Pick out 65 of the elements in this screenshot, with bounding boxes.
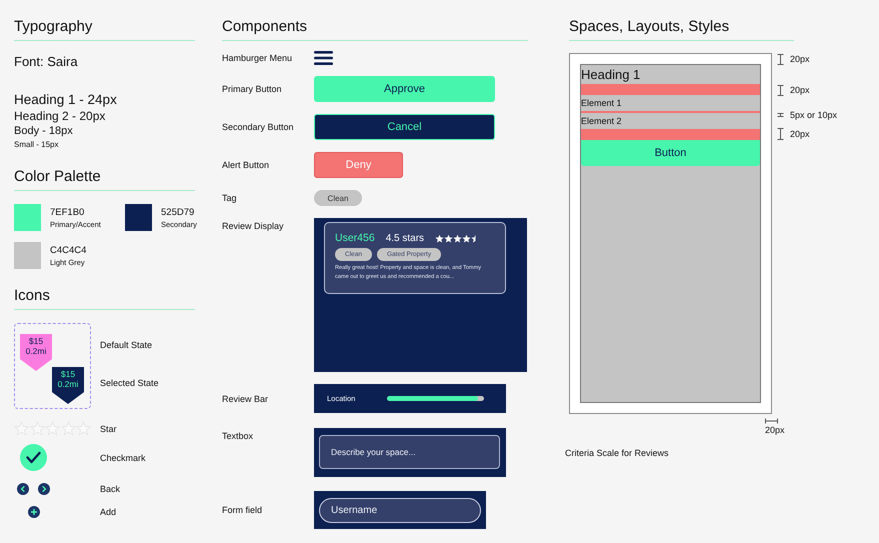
icon-label: Add xyxy=(100,506,116,518)
type-sample: Small - 15px xyxy=(14,140,60,150)
icon-label: Back xyxy=(100,483,120,495)
pin-distance: 0.2mi xyxy=(58,379,78,389)
cancel-button[interactable]: Cancel xyxy=(314,114,495,140)
layout-heading: Heading 1 xyxy=(581,66,642,84)
pin-distance: 0.2mi xyxy=(26,346,46,356)
type-sample: Body - 18px xyxy=(14,125,74,138)
icon-label: Default State xyxy=(100,339,154,351)
section-title: Components xyxy=(222,18,308,36)
menu-icon[interactable] xyxy=(314,51,333,65)
username-field[interactable]: Username xyxy=(319,498,481,523)
height-dimension-icon xyxy=(777,84,784,96)
dimension-label: 5px or 10px xyxy=(790,109,838,121)
component-label: Primary Button xyxy=(222,83,283,95)
tag: Clean xyxy=(314,190,362,206)
review-rating: 4.5 stars xyxy=(386,232,424,245)
component-label: Review Bar xyxy=(222,392,270,404)
plus-icon xyxy=(28,506,40,518)
star-icon xyxy=(453,234,462,243)
section-title: Icons xyxy=(14,287,51,305)
height-dimension-icon xyxy=(777,128,784,140)
text-area[interactable]: Describe your space... xyxy=(319,435,500,469)
chevron-right-icon xyxy=(38,483,50,495)
type-sample: Heading 2 - 20px xyxy=(14,109,106,123)
width-dimension-icon xyxy=(765,418,778,424)
component-label: Form field xyxy=(222,504,264,516)
pin-price: $15 xyxy=(60,369,76,379)
chevron-left-icon xyxy=(17,483,29,495)
price-pin[interactable]: $15 0.2mi xyxy=(52,367,84,404)
dimension-label: 20px xyxy=(790,84,810,96)
review-user: User456 xyxy=(335,232,375,245)
caption: Criteria Scale for Reviews xyxy=(565,447,670,459)
dimension-label: 20px xyxy=(765,424,785,436)
star-icon xyxy=(435,234,444,243)
pin-price: $15 xyxy=(28,336,44,346)
icon-label: Checkmark xyxy=(100,452,146,464)
component-label: Review Display xyxy=(222,220,285,232)
component-label: Hamburger Menu xyxy=(222,52,294,64)
height-dimension-icon xyxy=(777,113,784,117)
section-title: Spaces, Layouts, Styles xyxy=(569,18,730,36)
star-icon xyxy=(462,234,472,243)
component-label: Textbox xyxy=(222,430,254,442)
font-label: Font: Saira xyxy=(14,54,79,70)
type-sample: Heading 1 - 24px xyxy=(14,92,118,107)
color-code: 7EF1B0 xyxy=(50,207,86,219)
component-label: Alert Button xyxy=(222,159,270,171)
color-code: C4C4C4 xyxy=(50,245,86,257)
section-title: Color Palette xyxy=(14,168,102,186)
component-label: Secondary Button xyxy=(222,121,295,133)
icon-label: Star xyxy=(100,422,117,434)
section-title: Typography xyxy=(14,18,94,36)
component-label: Tag xyxy=(222,192,238,204)
layout-element: Element 2 xyxy=(581,115,623,128)
dimension-label: 20px xyxy=(790,53,810,65)
height-dimension-icon xyxy=(777,54,784,64)
dimension-label: 20px xyxy=(790,128,810,140)
approve-button[interactable]: Approve xyxy=(314,76,495,102)
checkmark-icon xyxy=(20,444,47,471)
star-icon xyxy=(444,234,454,243)
color-code: 525D79 xyxy=(161,207,196,219)
layout-button[interactable]: Button xyxy=(581,140,760,166)
layout-element: Element 1 xyxy=(581,97,623,110)
icon-label: Selected State xyxy=(100,377,159,389)
price-pin[interactable]: $15 0.2mi xyxy=(20,334,52,371)
